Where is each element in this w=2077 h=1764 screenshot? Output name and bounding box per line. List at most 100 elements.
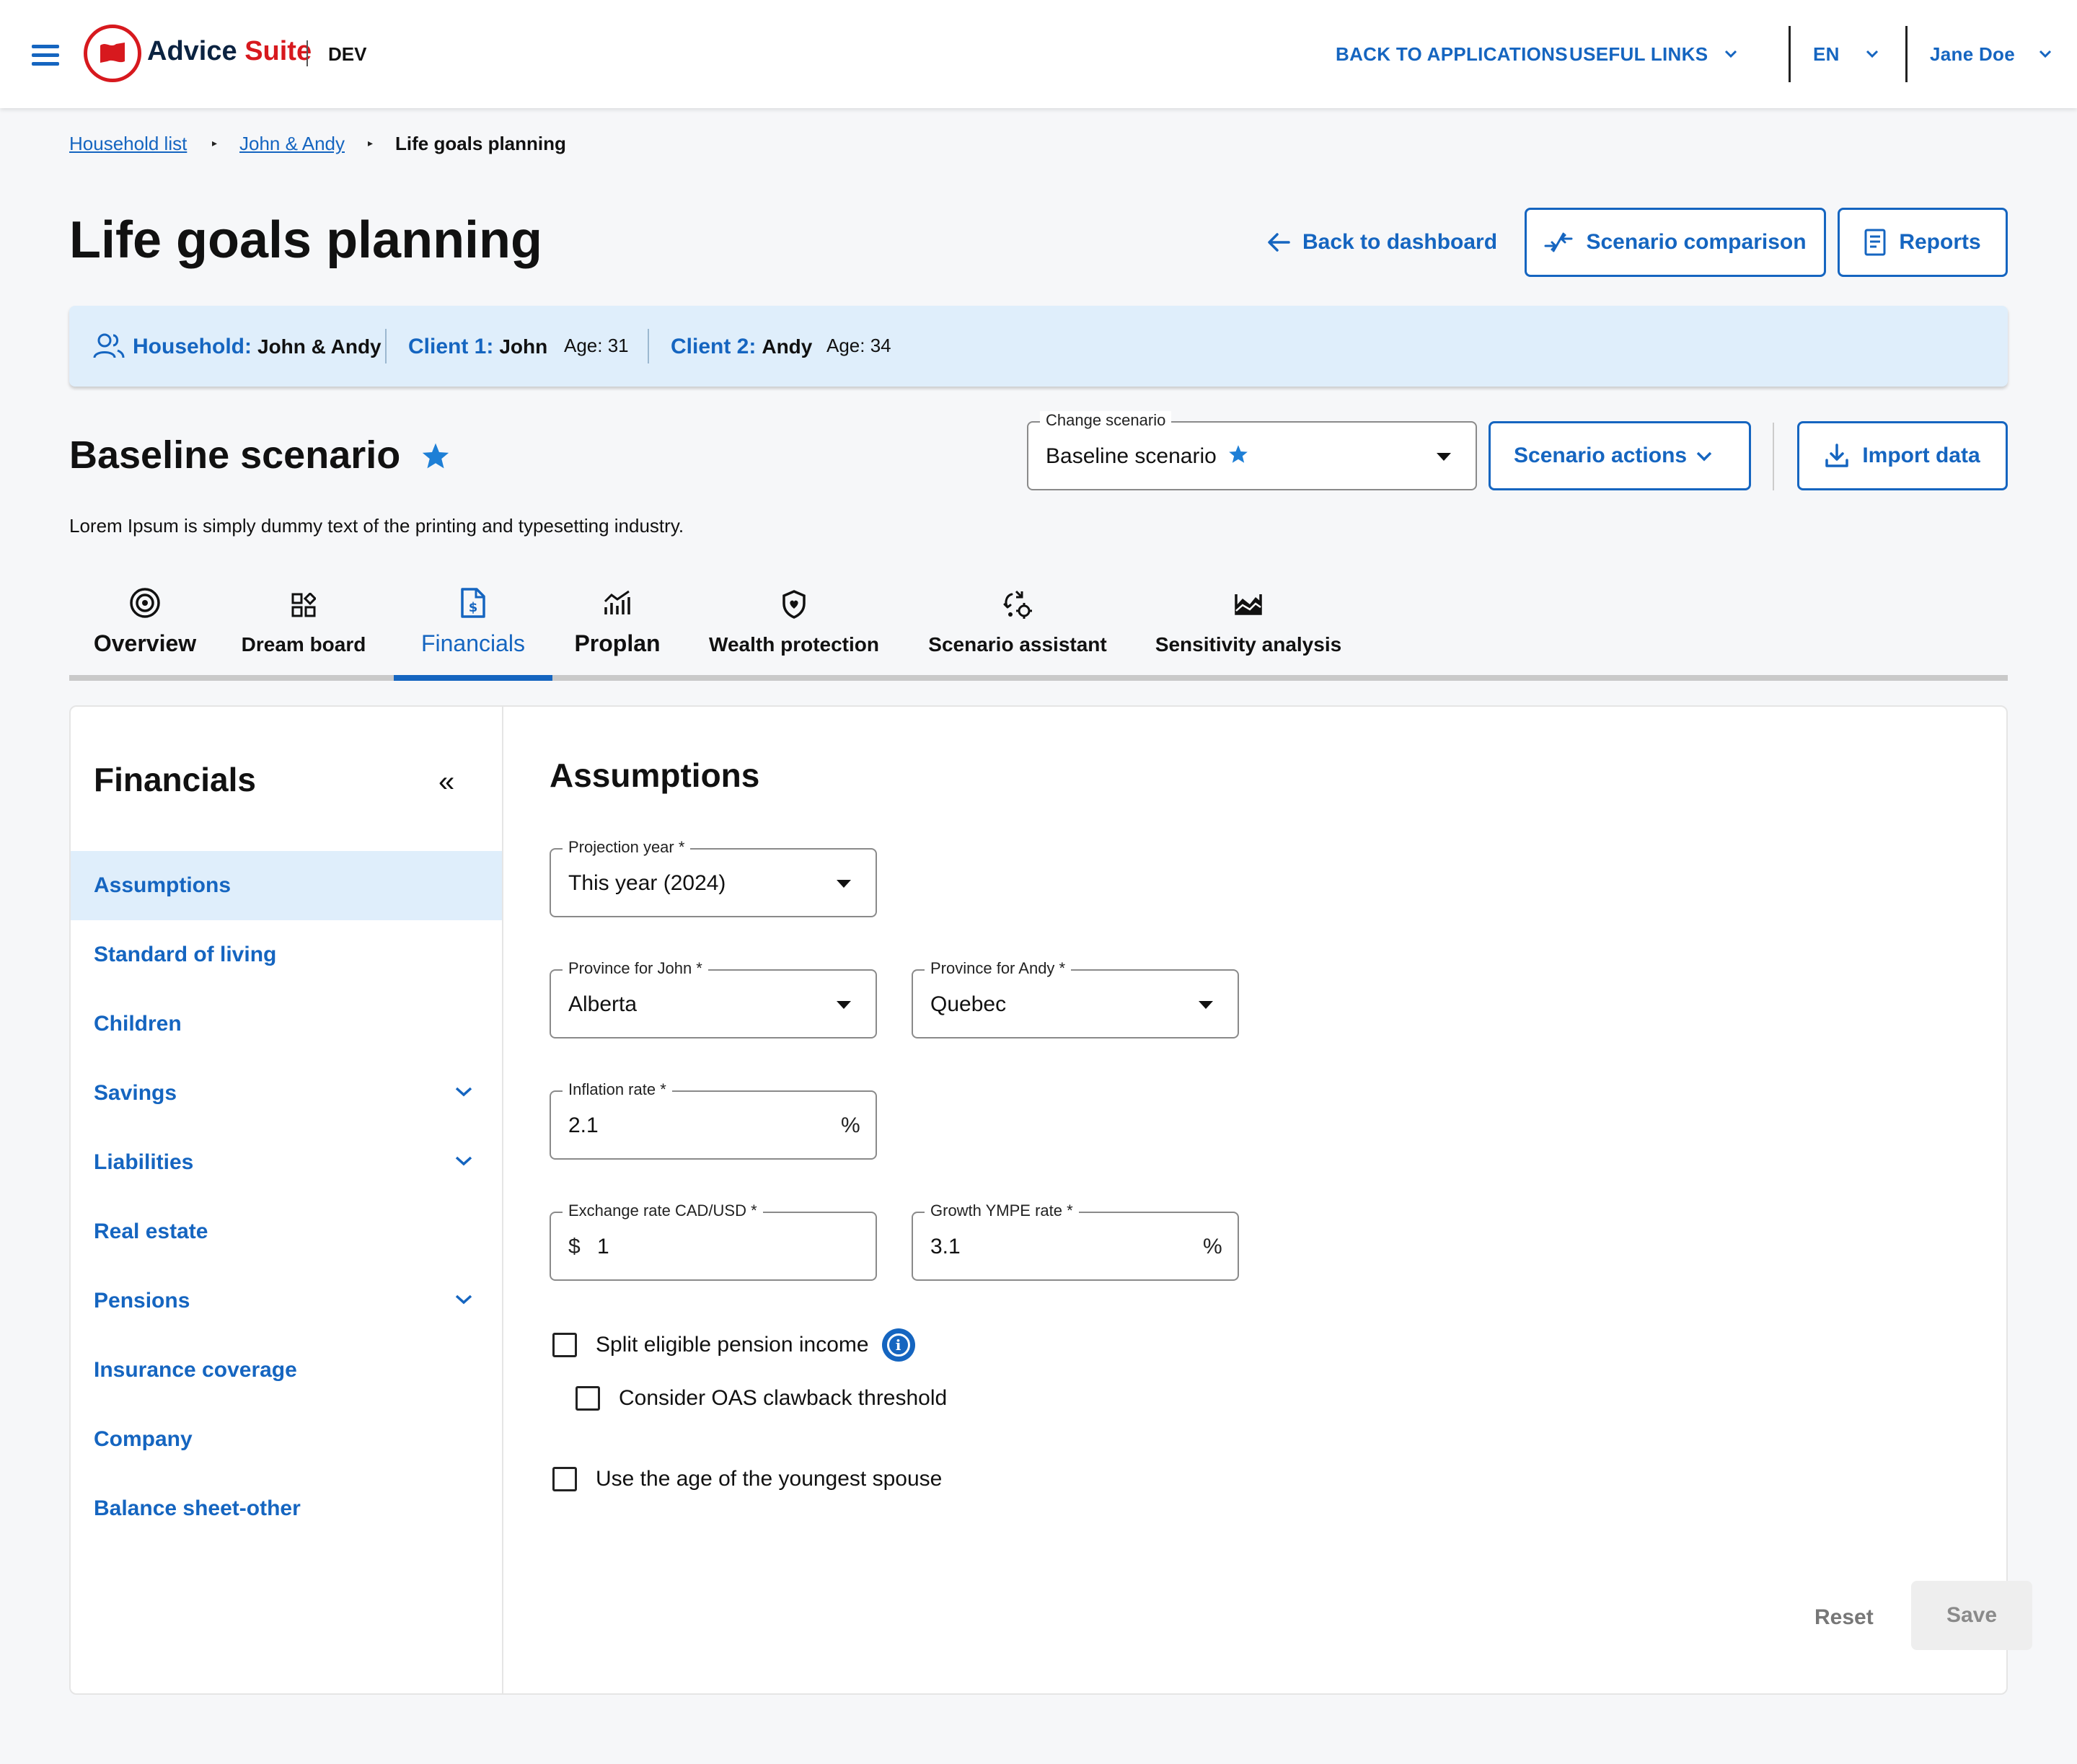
top-bar: Advice Suite DEV BACK TO APPLICATIONS US… xyxy=(0,0,2077,108)
oas-clawback-label: Consider OAS clawback threshold xyxy=(619,1386,948,1410)
user-menu[interactable]: Jane Doe xyxy=(1930,43,2015,66)
breadcrumb-separator-icon: ▸ xyxy=(368,137,374,149)
chevron-down-icon[interactable] xyxy=(454,1086,473,1098)
scenario-comparison-label: Scenario comparison xyxy=(1586,230,1807,254)
client2-name: Andy xyxy=(762,335,813,358)
sidebar-item-insurance-coverage[interactable]: Insurance coverage xyxy=(71,1336,502,1405)
sidebar-item-assumptions[interactable]: Assumptions xyxy=(71,851,502,920)
chevron-down-icon[interactable] xyxy=(454,1155,473,1167)
reset-button[interactable]: Reset xyxy=(1814,1605,1874,1630)
sidebar-item-pensions[interactable]: Pensions xyxy=(71,1266,502,1336)
brand-name-part2: Suite xyxy=(244,36,312,66)
client1-age: Age: 31 xyxy=(564,335,629,356)
client1-label: Client 1: xyxy=(408,335,494,358)
chevron-down-icon[interactable] xyxy=(454,1294,473,1305)
sidebar-item-savings[interactable]: Savings xyxy=(71,1059,502,1128)
scenario-assistant-icon xyxy=(1003,590,1032,619)
sidebar-item-savings-label: Savings xyxy=(94,1081,177,1105)
tab-wealth-protection-label: Wealth protection xyxy=(709,633,879,656)
inflation-rate-value: 2.1 xyxy=(568,1113,599,1137)
sidebar-item-real-estate[interactable]: Real estate xyxy=(71,1197,502,1266)
page-title: Life goals planning xyxy=(69,211,543,269)
scenario-title: Baseline scenario xyxy=(69,433,450,477)
scenario-comparison-button[interactable]: Scenario comparison xyxy=(1525,208,1826,277)
tab-proplan-label: Proplan xyxy=(574,630,661,656)
header-divider xyxy=(1905,26,1908,82)
scenario-actions-button[interactable]: Scenario actions xyxy=(1489,421,1751,490)
environment-label: DEV xyxy=(328,43,367,65)
split-pension-checkbox[interactable] xyxy=(552,1333,577,1357)
financial-document-icon: $ xyxy=(461,588,485,618)
province-john-value: Alberta xyxy=(568,992,638,1016)
banner-divider xyxy=(385,329,387,363)
back-to-applications-link[interactable]: BACK TO APPLICATIONS xyxy=(1336,43,1568,66)
financials-panel: Financials « Assumptions Standard of liv… xyxy=(69,705,2032,1695)
brand-name-part1: Advice xyxy=(147,36,237,66)
growth-ympe-unit: % xyxy=(1203,1235,1222,1258)
shield-icon xyxy=(782,590,806,619)
household-name: John & Andy xyxy=(257,335,382,358)
inflation-rate-label: Inflation rate * xyxy=(563,1080,672,1099)
collapse-sidebar-icon[interactable]: « xyxy=(438,766,454,798)
breadcrumb-household[interactable]: John & Andy xyxy=(239,133,345,155)
reports-label: Reports xyxy=(1899,230,1981,254)
chevron-down-icon[interactable] xyxy=(1724,49,1738,59)
sidebar-item-liabilities-label: Liabilities xyxy=(94,1150,194,1174)
brand-divider xyxy=(307,40,308,66)
breadcrumb-household-list[interactable]: Household list xyxy=(69,133,187,155)
oas-clawback-checkbox[interactable] xyxy=(576,1386,600,1411)
sidebar-title: Financials xyxy=(94,761,256,798)
tab-scenario-assistant[interactable]: Scenario assistant xyxy=(920,577,1115,678)
language-selector[interactable]: EN xyxy=(1813,43,1840,66)
youngest-spouse-option: Use the age of the youngest spouse xyxy=(552,1467,942,1491)
scenario-actions-label: Scenario actions xyxy=(1514,444,1688,467)
download-icon xyxy=(1825,444,1849,467)
header-divider xyxy=(1789,26,1791,82)
useful-links-link[interactable]: USEFUL LINKS xyxy=(1569,43,1708,66)
menu-icon[interactable] xyxy=(32,45,59,71)
tab-overview-label: Overview xyxy=(93,630,197,656)
province-john-select[interactable]: Province for John * Alberta xyxy=(550,959,877,1038)
change-scenario-label: Change scenario xyxy=(1040,411,1172,430)
form-title: Assumptions xyxy=(550,757,760,794)
youngest-spouse-label: Use the age of the youngest spouse xyxy=(596,1467,943,1491)
sidebar-item-standard-of-living[interactable]: Standard of living xyxy=(71,920,502,989)
youngest-spouse-checkbox[interactable] xyxy=(552,1467,577,1491)
chart-icon xyxy=(604,590,630,614)
inflation-rate-unit: % xyxy=(841,1113,860,1137)
sidebar-item-company[interactable]: Company xyxy=(71,1405,502,1474)
scenario-description: Lorem Ipsum is simply dummy text of the … xyxy=(69,515,684,537)
exchange-rate-field[interactable]: Exchange rate CAD/USD * $ 1 xyxy=(550,1201,877,1281)
actions-divider xyxy=(1773,423,1774,490)
chevron-down-icon[interactable] xyxy=(2038,49,2052,59)
save-button[interactable]: Save xyxy=(1911,1581,2032,1650)
star-icon[interactable] xyxy=(421,442,450,469)
dashboard-shapes-icon xyxy=(291,593,316,617)
change-scenario-select[interactable]: Change scenario Baseline scenario xyxy=(1027,411,1477,490)
sidebar-item-liabilities[interactable]: Liabilities xyxy=(71,1128,502,1197)
chevron-down-icon[interactable] xyxy=(1865,49,1879,59)
household-users-icon xyxy=(93,333,125,358)
province-andy-select[interactable]: Province for Andy * Quebec xyxy=(912,959,1239,1038)
tab-proplan[interactable]: Proplan xyxy=(567,577,668,678)
sidebar-item-balance-sheet-other[interactable]: Balance sheet-other xyxy=(71,1474,502,1543)
tab-financials[interactable]: $ Financials xyxy=(394,577,552,678)
breadcrumb-separator-icon: ▸ xyxy=(212,137,218,149)
arrow-left-icon xyxy=(1268,233,1290,252)
inflation-rate-field[interactable]: Inflation rate * 2.1 % xyxy=(550,1080,877,1160)
growth-ympe-field[interactable]: Growth YMPE rate * 3.1 % xyxy=(912,1201,1239,1281)
client2-info: Client 2: Andy xyxy=(671,335,812,359)
sidebar-item-children[interactable]: Children xyxy=(71,989,502,1059)
province-andy-value: Quebec xyxy=(930,992,1007,1016)
dropdown-caret-icon xyxy=(1199,1001,1213,1009)
tab-overview[interactable]: Overview xyxy=(69,577,221,678)
reports-button[interactable]: Reports xyxy=(1838,208,2008,277)
import-data-label: Import data xyxy=(1862,444,1980,467)
tab-sensitivity-analysis[interactable]: Sensitivity analysis xyxy=(1144,577,1353,678)
back-to-dashboard-button[interactable]: Back to dashboard xyxy=(1266,228,1497,257)
import-data-button[interactable]: Import data xyxy=(1797,421,2008,490)
info-icon[interactable]: i xyxy=(881,1328,915,1362)
projection-year-select[interactable]: Projection year * This year (2024) xyxy=(550,838,877,917)
tab-dream-board[interactable]: Dream board xyxy=(235,577,372,678)
tab-wealth-protection[interactable]: Wealth protection xyxy=(697,577,891,678)
